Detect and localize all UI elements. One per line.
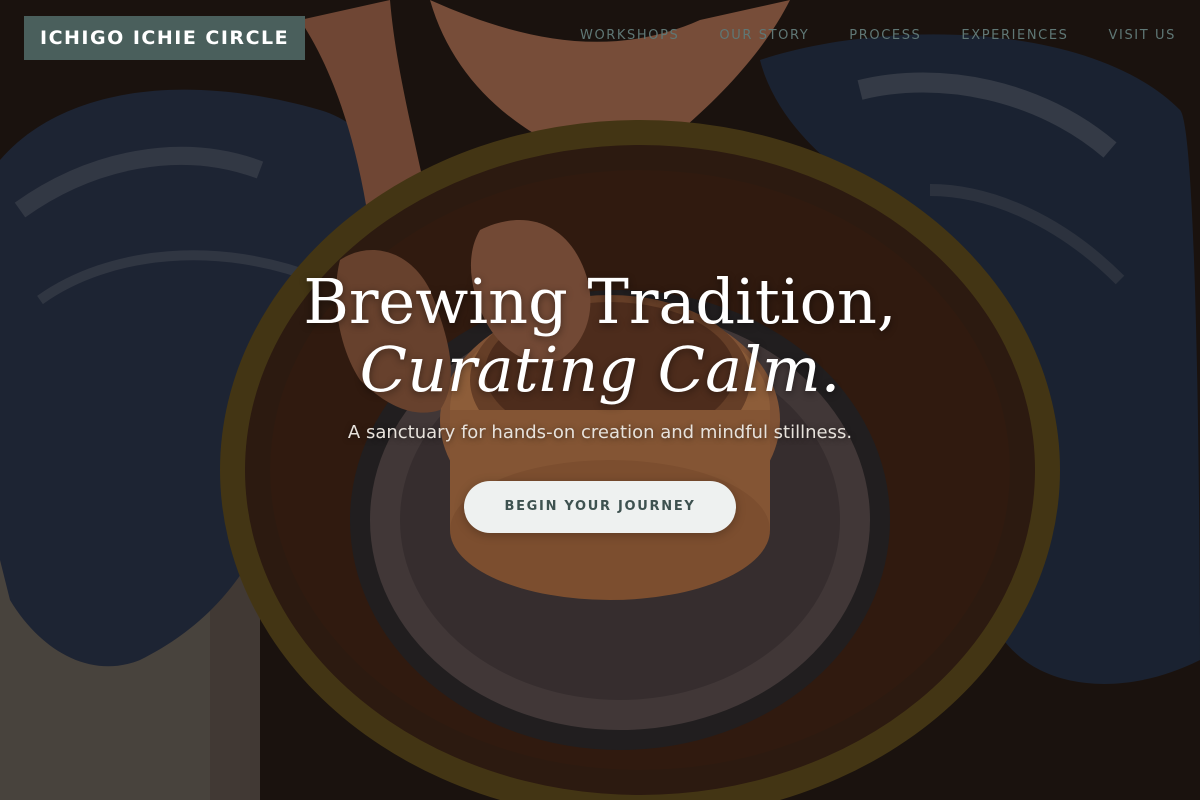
nav-item-workshops[interactable]: WORKSHOPS [580,28,679,43]
hero-subtitle: A sanctuary for hands-on creation and mi… [347,422,853,444]
site-logo[interactable]: ICHIGO ICHIE CIRCLE [24,16,306,60]
hero-content: Brewing Tradition, Curating Calm. A sanc… [0,265,1200,534]
begin-journey-button[interactable]: BEGIN YOUR JOURNEY [464,481,736,534]
nav-item-visit-us[interactable]: VISIT US [1109,28,1176,43]
nav-item-process[interactable]: PROCESS [849,28,921,43]
nav-item-our-story[interactable]: OUR STORY [719,28,809,43]
nav-item-experiences[interactable]: EXPERIENCES [961,28,1068,43]
hero-headline-line-1: Brewing Tradition, [303,265,897,338]
hero-section: ICHIGO ICHIE CIRCLE WORKSHOPS OUR STORY … [0,0,1200,800]
hero-headline-line-2: Curating Calm. [359,333,841,407]
main-navigation: WORKSHOPS OUR STORY PROCESS EXPERIENCES … [580,28,1176,43]
